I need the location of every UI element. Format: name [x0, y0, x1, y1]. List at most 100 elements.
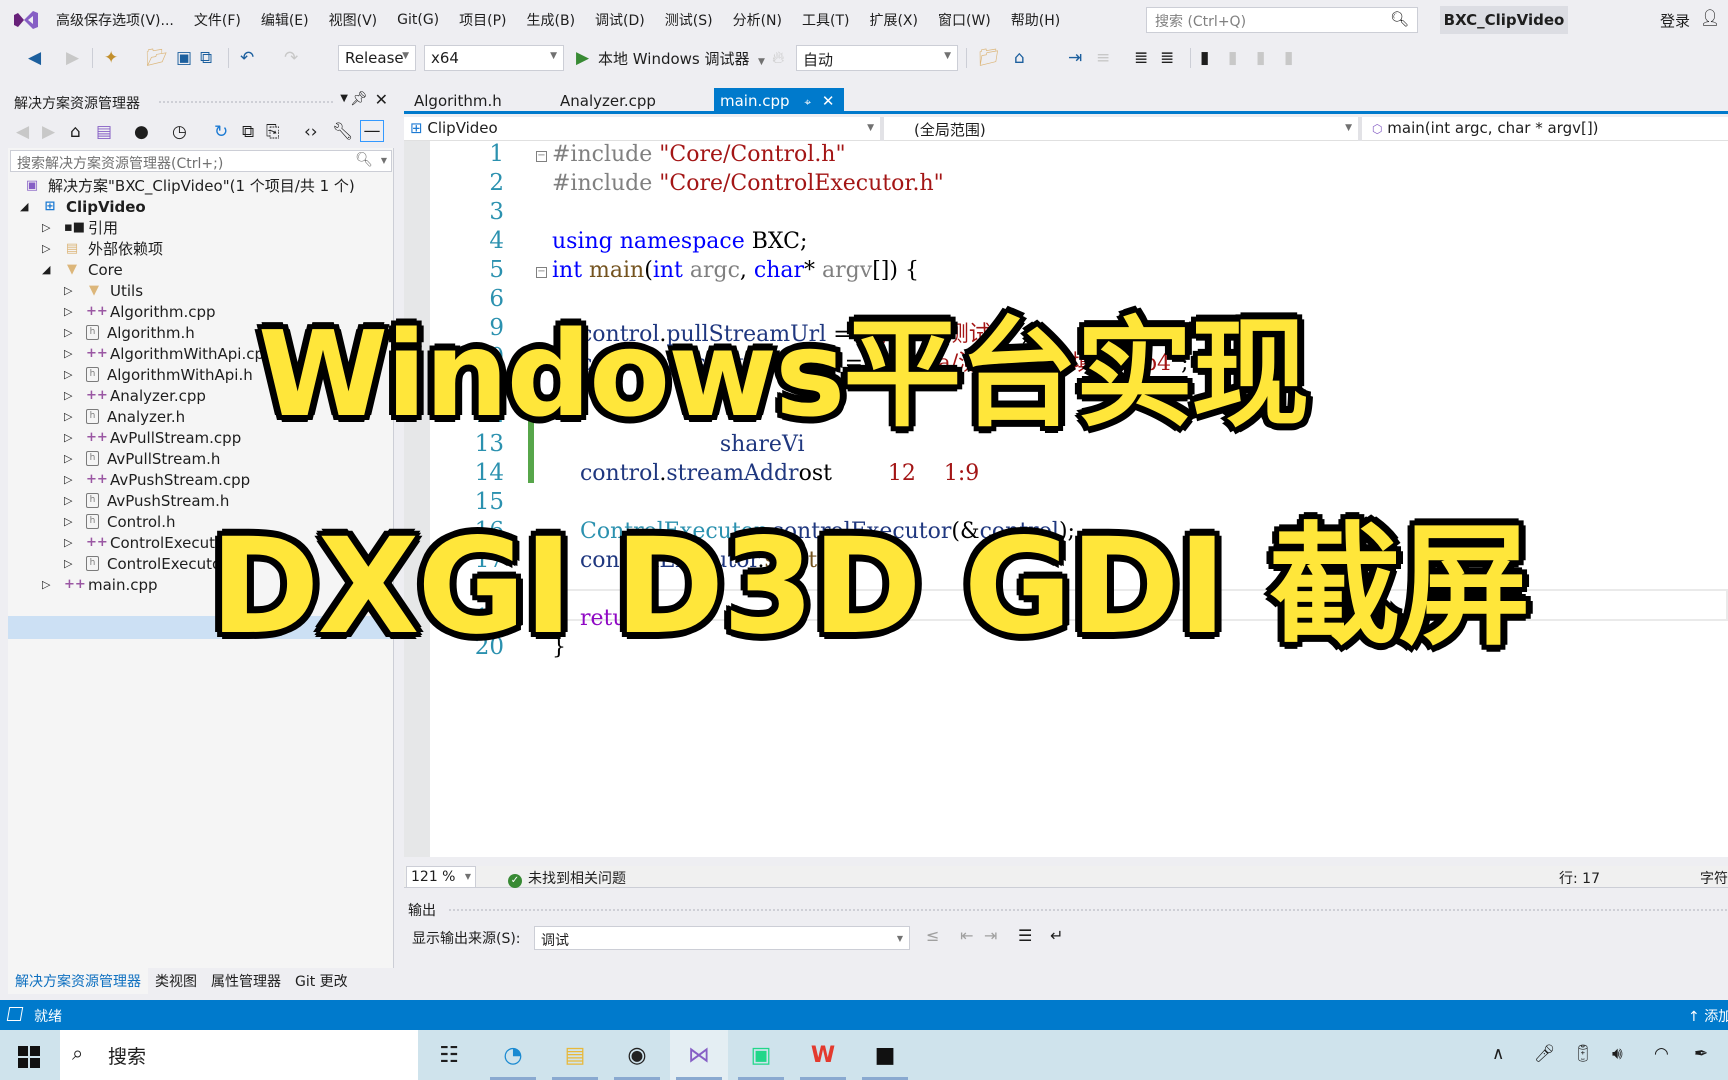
collapsed-icon[interactable]: ▷ — [64, 326, 78, 339]
member-nav-select[interactable]: ⬡ main(int argc, char * argv[]) — [1366, 117, 1728, 141]
next-bookmark-icon[interactable]: ▮ — [1256, 48, 1265, 68]
home-icon[interactable]: ⌂ — [70, 122, 81, 142]
clear-bookmarks-icon[interactable]: ▮ — [1284, 48, 1293, 68]
menu-tools[interactable]: 工具(T) — [792, 10, 859, 30]
collapsed-icon[interactable]: ▷ — [64, 515, 78, 528]
tab-property-manager[interactable]: 属性管理器 — [204, 968, 288, 994]
word-wrap-icon[interactable]: ↵ — [1050, 926, 1063, 945]
expanded-icon[interactable]: ◢ — [42, 263, 56, 276]
chevron-down-icon[interactable]: ▼ — [758, 52, 765, 72]
undo-icon[interactable]: ↶ — [240, 48, 254, 68]
prev-bookmark-icon[interactable]: ▮ — [1228, 48, 1237, 68]
comment-icon[interactable]: ≣ — [1134, 48, 1148, 68]
tree-item-external-deps[interactable]: ▷ ▤ 外部依赖项 — [42, 237, 163, 260]
microphone-icon[interactable]: 🎤︎ — [1534, 1044, 1556, 1064]
tree-item-file[interactable]: ▷ h Algorithm.h — [64, 321, 195, 344]
step-icon[interactable]: ⇥ — [1068, 48, 1082, 68]
pen-icon[interactable]: ✒ — [1694, 1044, 1708, 1064]
zoom-select[interactable]: 121 % ▼ — [406, 866, 476, 888]
file-explorer-icon[interactable]: ▤ — [546, 1030, 604, 1080]
step-over-icon[interactable]: ≡ — [1096, 48, 1110, 68]
close-icon[interactable]: ✕ — [822, 92, 835, 110]
close-icon[interactable]: ✕ — [375, 90, 388, 109]
back-icon[interactable]: ◀ — [16, 122, 29, 142]
pin-icon[interactable]: 📌︎ — [350, 91, 368, 107]
volume-icon[interactable]: 🔊︎ — [1612, 1044, 1623, 1064]
menu-debug[interactable]: 调试(D) — [585, 10, 655, 30]
task-view-icon[interactable]: ☷ — [420, 1030, 478, 1080]
debug-mode-select[interactable]: 自动 ▼ — [796, 45, 958, 71]
tree-item-file[interactable]: ▷ h AvPullStream.h — [64, 447, 220, 470]
menu-advanced-save[interactable]: 高级保存选项(V)... — [46, 10, 184, 30]
clear-all-icon[interactable]: ☰ — [1018, 926, 1032, 945]
menu-build[interactable]: 生成(B) — [517, 10, 586, 30]
save-icon[interactable]: ▣ — [176, 48, 192, 68]
expanded-icon[interactable]: ◢ — [20, 200, 34, 213]
tab-analyzer-cpp[interactable]: Analyzer.cpp — [554, 88, 662, 114]
tab-class-view[interactable]: 类视图 — [148, 968, 204, 994]
collapsed-icon[interactable]: ▷ — [64, 347, 78, 360]
pending-changes-icon[interactable]: ◷ — [172, 122, 187, 142]
collapsed-icon[interactable]: ▷ — [64, 305, 78, 318]
solution-search-input[interactable]: 搜索解决方案资源管理器(Ctrl+;) 🔍︎ ▼ — [10, 150, 392, 172]
find-message-icon[interactable]: ≤ — [926, 926, 939, 945]
wifi-icon[interactable]: ◠ — [1654, 1044, 1669, 1064]
tree-item-file[interactable]: ▷ ++ AlgorithmWithApi.cpp — [64, 342, 274, 365]
fold-toggle-icon[interactable]: − — [536, 267, 547, 278]
show-all-files-icon[interactable]: ⎘ — [266, 122, 280, 142]
battery-icon[interactable]: 🔋︎ — [1572, 1044, 1594, 1064]
start-debug-icon[interactable]: ▶ — [576, 48, 589, 68]
tree-item-core[interactable]: ◢ ▼ Core — [42, 258, 123, 281]
view-code-icon[interactable]: ‹› — [304, 122, 318, 142]
terminal-icon[interactable]: ■ — [856, 1030, 914, 1080]
menu-git[interactable]: Git(G) — [387, 12, 449, 28]
menu-edit[interactable]: 编辑(E) — [251, 10, 319, 30]
tree-item-file[interactable]: ▷ ▼ Utils — [64, 279, 143, 302]
scope-nav-select[interactable]: (全局范围) ▼ — [888, 117, 1362, 141]
tree-project[interactable]: ◢ ⊞ ClipVideo — [20, 195, 146, 218]
tab-git-changes[interactable]: Git 更改 — [288, 968, 355, 994]
tree-item-file[interactable]: ▷ h Control.h — [64, 510, 176, 533]
obs-icon[interactable]: ◉ — [608, 1030, 666, 1080]
windows-start-icon[interactable] — [18, 1046, 40, 1068]
menu-extensions[interactable]: 扩展(X) — [859, 10, 928, 30]
edge-icon[interactable]: ◔ — [484, 1030, 542, 1080]
browser-icon[interactable]: ⌂ — [1014, 48, 1025, 68]
chevron-down-icon[interactable]: ▼ — [381, 156, 387, 165]
back-icon[interactable]: ◀ — [28, 48, 41, 68]
sync-icon[interactable]: ↻ — [214, 122, 228, 142]
find-in-files-icon[interactable]: 📁︎ — [978, 48, 1000, 68]
collapsed-icon[interactable]: ▷ — [64, 284, 78, 297]
collapsed-icon[interactable]: ▷ — [64, 389, 78, 402]
code-line[interactable]: using namespace BXC; — [552, 229, 807, 254]
code-line[interactable]: #include "Core/ControlExecutor.h" — [552, 171, 944, 196]
uncomment-icon[interactable]: ≣ — [1160, 48, 1174, 68]
bookmark-icon[interactable]: ▮ — [1200, 48, 1209, 68]
collapsed-icon[interactable]: ▷ — [64, 494, 78, 507]
forward-icon[interactable]: ▶ — [42, 122, 55, 142]
user-icon[interactable]: 👤︎ — [1700, 8, 1720, 27]
tab-algorithm-h[interactable]: Algorithm.h — [408, 88, 508, 114]
hot-reload-icon[interactable]: 🔥︎ — [772, 48, 784, 68]
visual-studio-icon[interactable]: ⋈ — [670, 1030, 728, 1080]
redo-icon[interactable]: ↷ — [284, 48, 298, 68]
properties-wrench-icon[interactable]: 🔧︎ — [332, 122, 354, 142]
tab-main-cpp[interactable]: main.cpp ⌖ ✕ — [714, 88, 844, 114]
preview-toggle-icon[interactable]: — — [360, 120, 384, 142]
tree-item-file[interactable]: ▷ ++ AvPullStream.cpp — [64, 426, 241, 449]
wps-icon[interactable]: W — [794, 1030, 852, 1080]
collapsed-icon[interactable]: ▷ — [64, 452, 78, 465]
menu-analyze[interactable]: 分析(N) — [723, 10, 792, 30]
save-all-icon[interactable]: ⧉ — [200, 48, 212, 68]
menu-view[interactable]: 视图(V) — [319, 10, 388, 30]
collapsed-icon[interactable]: ▷ — [64, 368, 78, 381]
pycharm-icon[interactable]: ▣ — [732, 1030, 790, 1080]
menu-window[interactable]: 窗口(W) — [928, 10, 1001, 30]
taskbar-search[interactable]: ⌕ 搜索 — [60, 1030, 418, 1080]
show-hidden-icons-icon[interactable]: ∧ — [1492, 1044, 1504, 1064]
add-to-source-control-button[interactable]: ↑ 添加到源代码管理 — [1688, 1006, 1728, 1026]
tab-solution-explorer[interactable]: 解决方案资源管理器 — [8, 968, 148, 994]
globe-icon[interactable]: ● — [134, 122, 149, 142]
tree-item-file[interactable]: ▷ h AvPushStream.h — [64, 489, 229, 512]
collapsed-icon[interactable]: ▷ — [42, 221, 56, 234]
